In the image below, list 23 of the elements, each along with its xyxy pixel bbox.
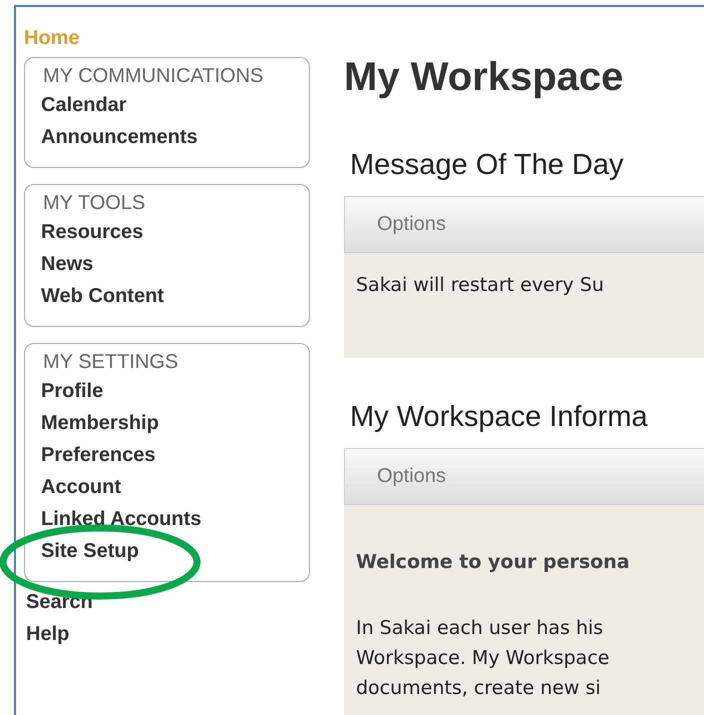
portlet-title: Message Of The Day <box>350 148 624 183</box>
nav-link[interactable]: Profile <box>41 375 104 407</box>
portlet-title: My Workspace Informa <box>350 400 648 435</box>
nav-link[interactable]: Calendar <box>41 89 127 121</box>
group-heading: MY TOOLS <box>43 191 146 216</box>
nav-link[interactable]: Account <box>41 471 121 503</box>
group-heading: MY SETTINGS <box>43 350 178 375</box>
info-paragraph: In Sakai each user has his Workspace. My Workspace documents, create new si <box>356 616 610 701</box>
page-title: My Workspace <box>344 54 624 101</box>
group-heading: MY COMMUNICATIONS <box>43 64 264 89</box>
message-text: Sakai will restart every Su <box>356 273 604 297</box>
nav-link[interactable]: Resources <box>41 216 144 248</box>
nav-link[interactable]: Announcements <box>41 121 198 153</box>
nav-link[interactable]: Help <box>26 618 70 650</box>
nav-link[interactable]: Preferences <box>41 439 156 471</box>
welcome-heading: Welcome to your persona <box>356 550 630 575</box>
nav-link[interactable]: Site Setup <box>41 535 139 567</box>
nav-link[interactable]: Web Content <box>41 280 164 312</box>
options-link[interactable]: Options <box>377 465 446 488</box>
options-link[interactable]: Options <box>377 213 446 236</box>
nav-link[interactable]: Membership <box>41 407 159 439</box>
nav-link[interactable]: Linked Accounts <box>41 503 202 535</box>
nav-link[interactable]: News <box>41 248 94 280</box>
